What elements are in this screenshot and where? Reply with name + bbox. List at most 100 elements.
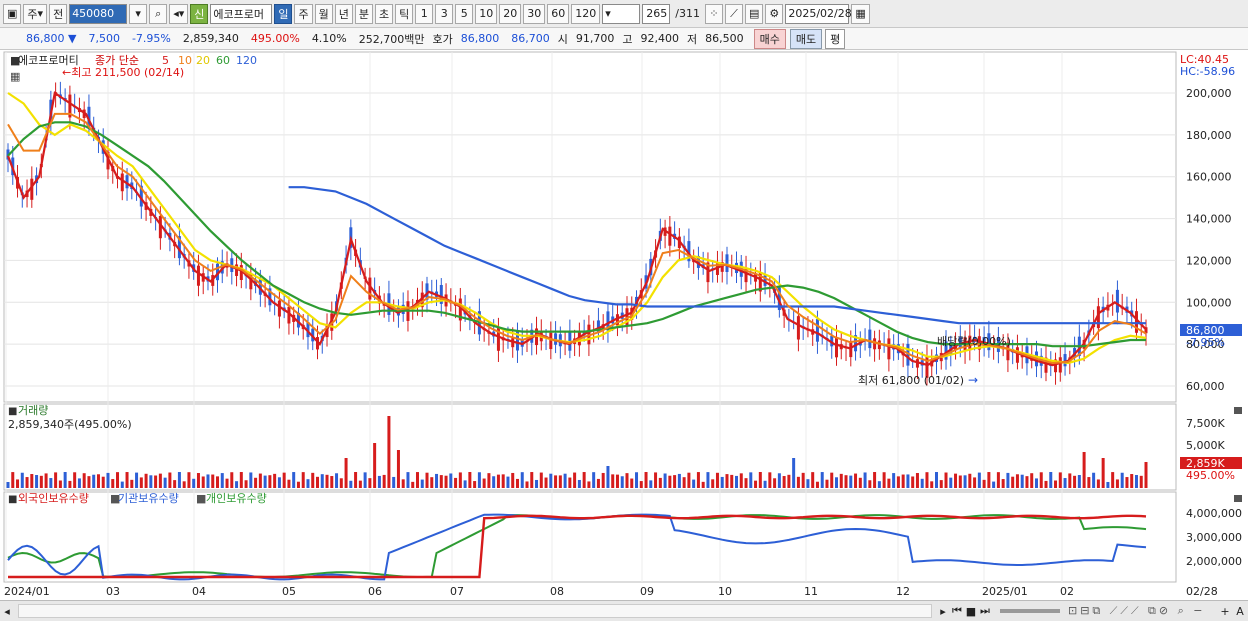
volume-bar	[654, 472, 658, 488]
volume-bar	[854, 473, 858, 488]
volume-bar	[1034, 478, 1038, 488]
volume-bar	[639, 481, 643, 488]
volume-bar	[444, 475, 448, 488]
volume-bar	[749, 472, 753, 488]
volume-bar	[330, 476, 334, 488]
volume-bar	[11, 472, 15, 488]
volume-bar	[30, 474, 34, 488]
volume-bar	[415, 472, 419, 488]
hc-value: HC:-58.96	[1180, 65, 1235, 78]
volume-bar	[934, 472, 938, 488]
holdings-toggle-icon[interactable]: ■	[8, 494, 17, 505]
volume-bar	[858, 477, 862, 488]
holdings-close-icon[interactable]	[1234, 495, 1242, 502]
volume-bar	[149, 475, 153, 488]
volume-bar	[1054, 480, 1058, 488]
volume-bar	[949, 477, 953, 488]
volume-bar	[458, 472, 462, 488]
volume-bar	[530, 472, 534, 488]
font-size-icon[interactable]: A	[1232, 605, 1248, 618]
volume-bar	[387, 416, 391, 488]
volume-bar	[954, 473, 958, 488]
volume-bar	[258, 473, 262, 488]
low-arrow: →	[968, 373, 978, 387]
volume-bar	[677, 473, 681, 488]
volume-toggle-icon[interactable]: ■	[8, 406, 17, 417]
volume-bar	[273, 473, 277, 488]
x-tick: 07	[450, 585, 464, 598]
volume-bar	[435, 473, 439, 488]
volume-bar	[692, 479, 696, 488]
tool-icons[interactable]: ⊡⊟⧉ ⟋⟋⟋ ⧉⊘ ⌕ −	[1068, 604, 1218, 618]
volume-bar	[120, 481, 124, 488]
volume-bar	[420, 479, 424, 488]
volume-bar	[1015, 474, 1019, 488]
price-tick: 100,000	[1186, 296, 1232, 309]
volume-bar	[358, 480, 362, 488]
volume-bar	[225, 478, 229, 488]
volume-bar	[773, 478, 777, 488]
chart-canvas[interactable]: ■ 에코프로머티 종가 단순 5 10 20 60 120 ←최고 211,50…	[0, 0, 1248, 600]
candle-body	[1115, 289, 1119, 313]
holdings-legend-institution: 기관보유수량	[118, 492, 179, 505]
volume-bar	[425, 472, 429, 488]
holdings-panel-frame	[3, 491, 1177, 583]
volume-bar	[1020, 474, 1024, 488]
prev-fast-icon[interactable]: ⏮	[950, 604, 964, 618]
volume-bar	[25, 477, 29, 488]
volume-bar	[611, 474, 615, 488]
volume-bar	[492, 476, 496, 488]
zoom-in-icon[interactable]: +	[1218, 605, 1232, 618]
volume-bar	[92, 474, 96, 488]
candle-body	[815, 319, 819, 342]
table-icon[interactable]: ▦	[10, 70, 20, 83]
volume-bar	[392, 476, 396, 488]
scroll-track[interactable]	[18, 604, 932, 618]
volume-bar	[130, 479, 134, 488]
volume-bar	[573, 472, 577, 488]
volume-bar	[63, 472, 67, 488]
volume-bar	[1044, 480, 1048, 488]
volume-bar	[511, 472, 515, 488]
x-tick: 2025/01	[982, 585, 1028, 598]
price-tick: 140,000	[1186, 213, 1232, 226]
volume-bar	[196, 473, 200, 488]
stock-chart-window: ▣ 주 ▾ 전 450080 ▾ ⌕ ◂▾ 신 에코프로머 일 주 월 년 분 초…	[0, 0, 1248, 621]
volume-bar	[1115, 479, 1119, 488]
high-annotation: ←최고 211,500 (02/14)	[62, 66, 184, 79]
candle-body	[849, 342, 853, 358]
stop-icon[interactable]: ■	[964, 605, 978, 618]
volume-bar	[725, 474, 729, 488]
volume-bar	[1106, 481, 1110, 488]
next-fast-icon[interactable]: ⏭	[978, 604, 992, 618]
volume-close-icon[interactable]	[1234, 407, 1242, 414]
volume-bar	[1134, 474, 1138, 488]
volume-bar	[758, 472, 762, 488]
volume-bar	[687, 472, 691, 488]
volume-bar	[563, 473, 567, 488]
scroll-right-icon[interactable]: ▸	[936, 605, 950, 618]
volume-bar	[630, 478, 634, 488]
holdings-tick-4m: 4,000,000	[1186, 507, 1242, 520]
candle-body	[668, 226, 672, 246]
volume-bar	[554, 475, 558, 488]
volume-bar	[977, 472, 981, 488]
volume-bar	[482, 478, 486, 488]
volume-bar	[111, 479, 115, 488]
volume-bar	[873, 472, 877, 488]
zoom-slider[interactable]	[1000, 609, 1060, 613]
volume-bar	[963, 475, 967, 488]
candle-body	[1058, 357, 1062, 373]
x-tick: 12	[896, 585, 910, 598]
volume-bar	[239, 472, 243, 488]
scroll-left-icon[interactable]: ◂	[0, 605, 14, 618]
volume-bar	[439, 475, 443, 488]
volume-bar	[649, 480, 653, 488]
volume-bar	[896, 476, 900, 488]
volume-bar	[577, 479, 581, 488]
volume-bar	[644, 472, 648, 488]
volume-bar	[1030, 473, 1034, 488]
volume-bar	[58, 480, 62, 488]
volume-bar	[682, 477, 686, 488]
volume-bar	[73, 472, 77, 488]
